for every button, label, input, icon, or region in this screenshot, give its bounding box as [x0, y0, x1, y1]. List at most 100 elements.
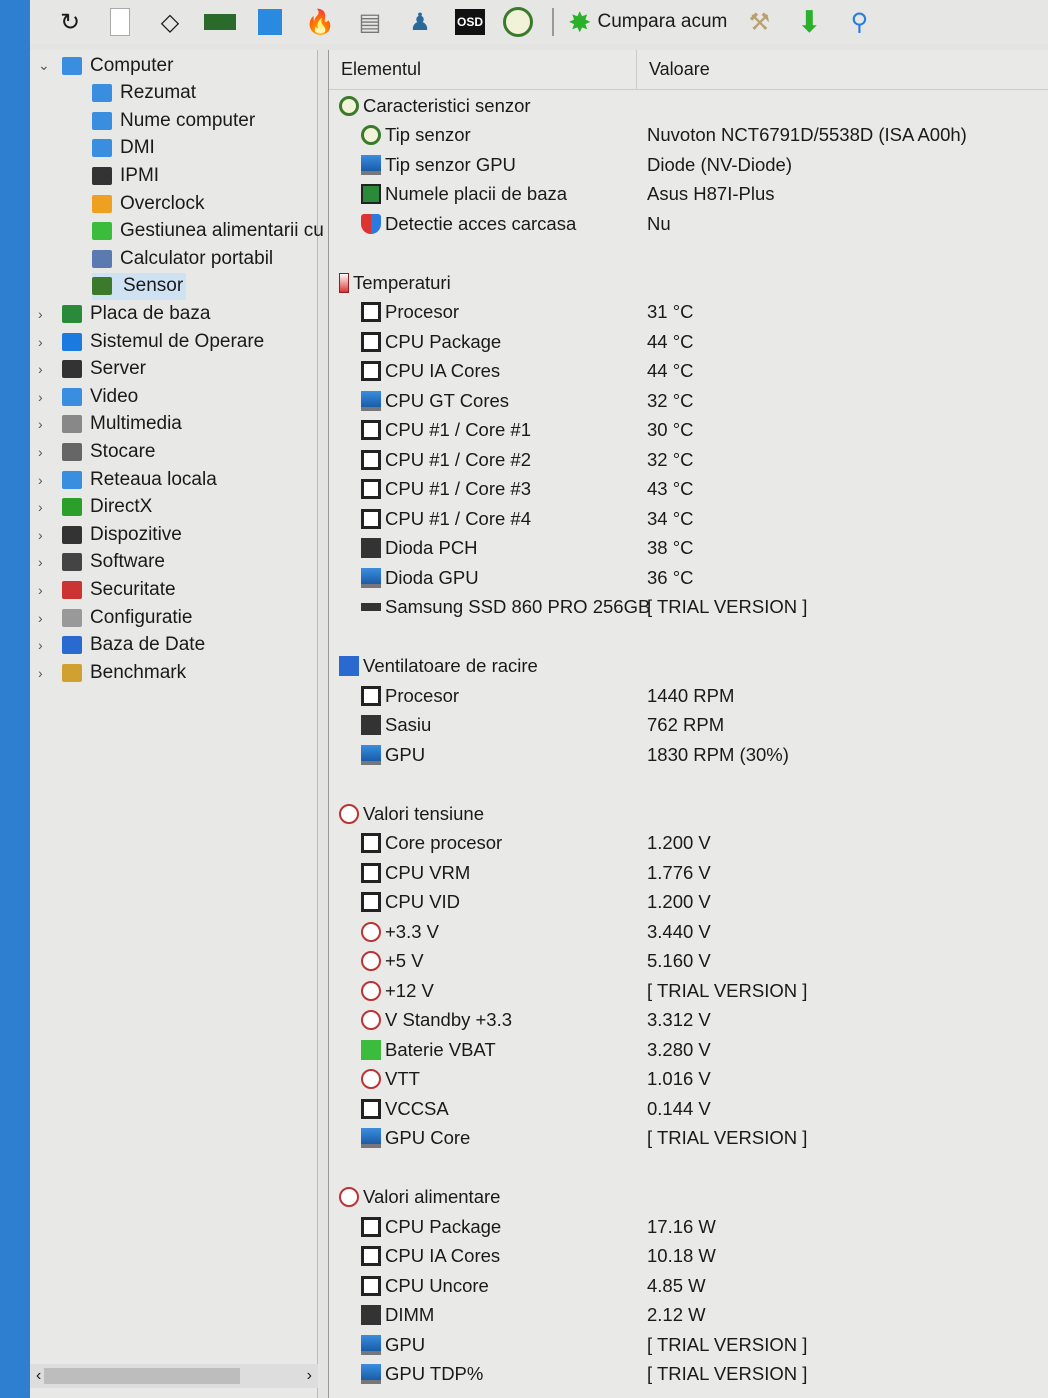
chevron-right-icon[interactable]: › [38, 361, 43, 377]
sensor-row[interactable]: CPU Package 44 °C [329, 327, 1048, 356]
tree-item[interactable]: › Sistemul de Operare [38, 328, 264, 355]
tree-item[interactable]: › Dispozitive [38, 521, 182, 548]
sensor-row[interactable]: CPU #1 / Core #3 43 °C [329, 475, 1048, 504]
osd-icon[interactable]: OSD [452, 5, 488, 39]
sensor-row[interactable]: CPU #1 / Core #1 30 °C [329, 416, 1048, 445]
sensor-row[interactable]: Procesor 31 °C [329, 298, 1048, 327]
sensor-row[interactable]: Samsung SSD 860 PRO 256GB[ TRIAL VERSION… [329, 593, 1048, 622]
sensor-row[interactable]: Dioda GPU 36 °C [329, 563, 1048, 592]
chevron-right-icon[interactable]: › [38, 306, 43, 322]
column-header-value[interactable]: Valoare [637, 59, 710, 80]
chevron-right-icon[interactable]: › [38, 416, 43, 432]
tree-item[interactable]: IPMI [92, 162, 159, 189]
chevron-right-icon[interactable]: › [38, 610, 43, 626]
report-icon[interactable] [102, 5, 138, 39]
tree-item[interactable]: › Placa de baza [38, 300, 210, 327]
tree-item[interactable]: › Video [38, 383, 138, 410]
sensor-row[interactable]: CPU VID 1.200 V [329, 888, 1048, 917]
column-header-element[interactable]: Elementul [329, 50, 637, 89]
tools-icon[interactable]: ⚒ [741, 5, 777, 39]
sensor-row[interactable]: GPU 1830 RPM (30%) [329, 740, 1048, 769]
tree-item[interactable]: Gestiunea alimentarii cu [92, 218, 324, 245]
chevron-right-icon[interactable]: › [38, 499, 43, 515]
sensor-row[interactable]: GPU TDP% [ TRIAL VERSION ] [329, 1360, 1048, 1389]
group-header[interactable]: Caracteristici senzor [329, 91, 1048, 120]
search-icon[interactable]: ⚲ [841, 5, 877, 39]
sensor-row[interactable]: +12 V [ TRIAL VERSION ] [329, 976, 1048, 1005]
tree-item[interactable]: › Securitate [38, 576, 176, 603]
chevron-right-icon[interactable]: › [38, 665, 43, 681]
tree-item[interactable]: Sensor [92, 272, 187, 300]
sensor-row[interactable]: GPU [ TRIAL VERSION ] [329, 1330, 1048, 1359]
sensor-gauge-icon[interactable] [502, 5, 538, 39]
tree-item[interactable]: › Benchmark [38, 659, 186, 686]
sensor-row[interactable]: +5 V 5.160 V [329, 947, 1048, 976]
chevron-right-icon[interactable]: › [38, 472, 43, 488]
chevron-right-icon[interactable]: › [38, 637, 43, 653]
chevron-right-icon[interactable]: › [38, 554, 43, 570]
chevron-right-icon[interactable]: › [38, 444, 43, 460]
refresh-icon[interactable]: ↻ [52, 5, 88, 39]
sensor-row[interactable]: V Standby +3.3 3.312 V [329, 1006, 1048, 1035]
chevron-down-icon[interactable]: ⌄ [38, 57, 50, 74]
sensor-row[interactable]: CPU #1 / Core #4 34 °C [329, 504, 1048, 533]
sensor-row[interactable]: VCCSA 0.144 V [329, 1094, 1048, 1123]
sensor-row[interactable]: CPU VRM 1.776 V [329, 858, 1048, 887]
sensor-row[interactable]: Numele placii de baza Asus H87I-Plus [329, 180, 1048, 209]
group-header[interactable]: Valori alimentare [329, 1183, 1048, 1212]
tree-item[interactable]: Rezumat [92, 80, 196, 107]
tree-item[interactable]: › Reteaua locala [38, 466, 217, 493]
sensor-row[interactable]: DIMM 2.12 W [329, 1301, 1048, 1330]
chevron-right-icon[interactable]: › [38, 334, 43, 350]
download-icon[interactable]: ⬇ [791, 5, 827, 39]
sensor-row[interactable]: CPU #1 / Core #2 32 °C [329, 445, 1048, 474]
row-label: Samsung SSD 860 PRO 256GB [385, 596, 651, 617]
sensor-row[interactable]: Tip senzor GPU Diode (NV-Diode) [329, 150, 1048, 179]
scroll-left-icon[interactable]: ‹ [36, 1367, 41, 1385]
sensor-row[interactable]: Sasiu 762 RPM [329, 711, 1048, 740]
tree-item[interactable]: ⌄ Computer [38, 52, 173, 79]
tree-item[interactable]: › Multimedia [38, 411, 182, 438]
sensor-row[interactable]: CPU IA Cores 10.18 W [329, 1242, 1048, 1271]
sensor-row[interactable]: CPU Package 17.16 W [329, 1212, 1048, 1241]
flame-icon[interactable]: 🔥 [302, 5, 338, 39]
group-header[interactable]: Valori tensiune [329, 799, 1048, 828]
sensor-row[interactable]: CPU Uncore 4.85 W [329, 1271, 1048, 1300]
user-icon[interactable]: ♟ [402, 5, 438, 39]
sensor-row[interactable]: Core procesor 1.200 V [329, 829, 1048, 858]
tree-item[interactable]: › DirectX [38, 494, 152, 521]
row-value: 30 °C [647, 419, 694, 440]
benchmark-icon[interactable]: ▤ [352, 5, 388, 39]
tree-item[interactable]: › Software [38, 549, 165, 576]
cpu-chip-icon[interactable]: ◇ [152, 5, 188, 39]
sensor-row[interactable]: CPU IA Cores 44 °C [329, 357, 1048, 386]
sensor-row[interactable]: GPU Core [ TRIAL VERSION ] [329, 1124, 1048, 1153]
tree-item[interactable]: › Baza de Date [38, 632, 205, 659]
group-header[interactable]: Temperaturi [329, 268, 1048, 297]
buy-now-button[interactable]: ✸ Cumpara acum [568, 6, 727, 39]
sensor-row[interactable]: +3.3 V 3.440 V [329, 917, 1048, 946]
sensor-row[interactable]: Procesor 1440 RPM [329, 681, 1048, 710]
tree-item[interactable]: › Stocare [38, 438, 155, 465]
memory-icon[interactable] [202, 5, 238, 39]
tree-item[interactable]: › Configuratie [38, 604, 192, 631]
sensor-row[interactable]: VTT 1.016 V [329, 1065, 1048, 1094]
horizontal-scrollbar[interactable]: ‹ › [30, 1364, 318, 1388]
sensor-row[interactable]: Dioda PCH 38 °C [329, 534, 1048, 563]
chevron-right-icon[interactable]: › [38, 582, 43, 598]
chevron-right-icon[interactable]: › [38, 527, 43, 543]
scroll-right-icon[interactable]: › [307, 1367, 312, 1385]
sensor-row[interactable]: Tip senzor Nuvoton NCT6791D/5538D (ISA A0… [329, 121, 1048, 150]
sensor-row[interactable]: Detectie acces carcasa Nu [329, 209, 1048, 238]
network-icon[interactable] [252, 5, 288, 39]
chevron-right-icon[interactable]: › [38, 389, 43, 405]
tree-item[interactable]: › Server [38, 356, 146, 383]
scrollbar-thumb[interactable] [44, 1368, 240, 1384]
group-header[interactable]: Ventilatoare de racire [329, 652, 1048, 681]
tree-item[interactable]: DMI [92, 135, 155, 162]
tree-item[interactable]: Calculator portabil [92, 245, 273, 272]
sensor-row[interactable]: Baterie VBAT 3.280 V [329, 1035, 1048, 1064]
tree-item[interactable]: Overclock [92, 190, 204, 217]
tree-item[interactable]: Nume computer [92, 107, 255, 134]
sensor-row[interactable]: CPU GT Cores 32 °C [329, 386, 1048, 415]
